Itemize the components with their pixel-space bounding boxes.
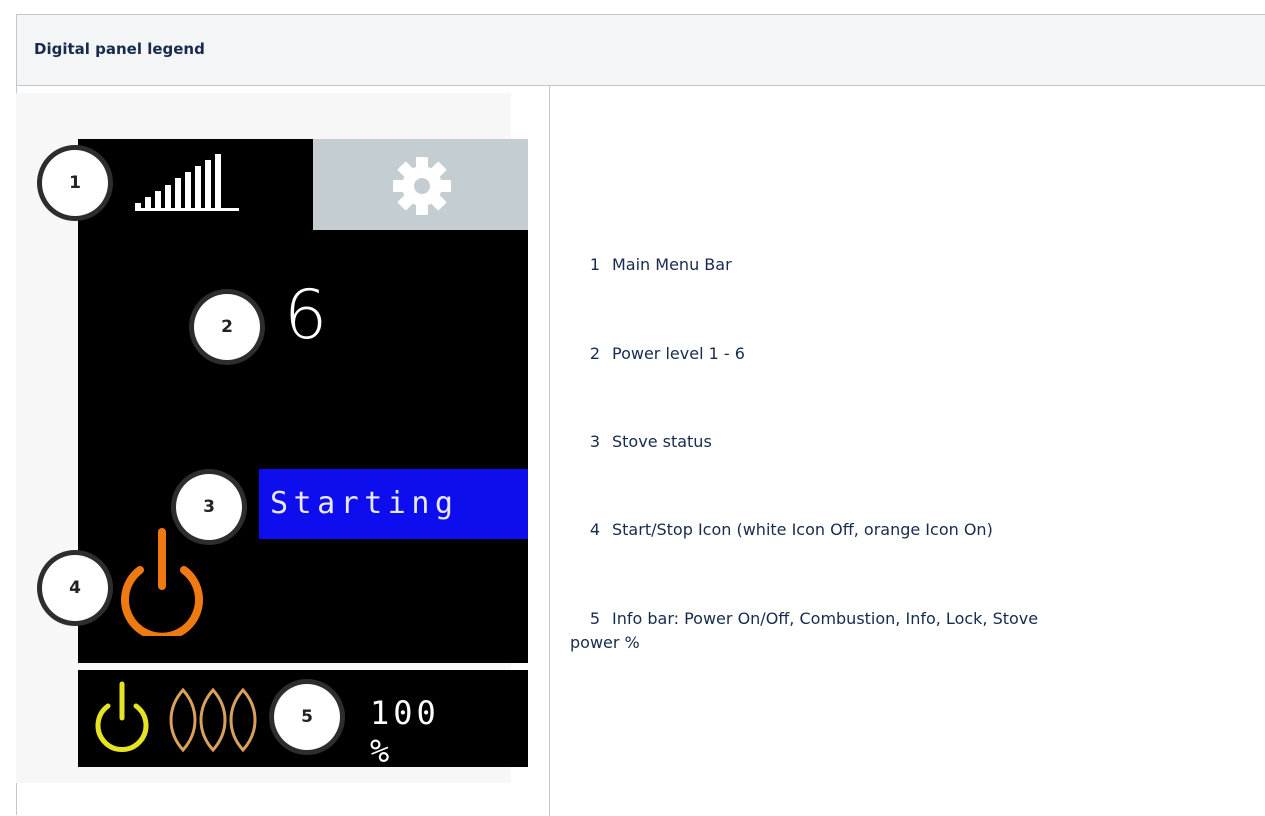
combustion-flame-icon [169, 687, 257, 753]
legend-item-5: 5 Info bar: Power On/Off, Combustion, Inf… [570, 607, 1038, 631]
badge-2: 2 [194, 294, 260, 360]
badge-3: 3 [176, 474, 242, 540]
legend-item-1: 1 Main Menu Bar [570, 253, 732, 277]
table-header: Digital panel legend [17, 15, 1265, 86]
badge-5: 5 [274, 684, 340, 750]
badge-1: 1 [42, 150, 108, 216]
table-header-title: Digital panel legend [34, 40, 205, 58]
gear-icon [393, 157, 451, 215]
legend-item-4: 4 Start/Stop Icon (white Icon Off, orange… [570, 518, 993, 542]
legend-text: Power level 1 - 6 [612, 344, 745, 363]
legend-text-continued: power % [570, 633, 640, 652]
signal-strength-icon [135, 154, 239, 211]
legend-number: 2 [589, 344, 600, 363]
power-icon[interactable] [112, 524, 212, 636]
stove-power-percent: 100 % [370, 694, 440, 770]
badge-4: 4 [42, 555, 108, 621]
column-divider [549, 86, 550, 816]
legend-number: 1 [589, 255, 600, 274]
legend-number: 5 [589, 609, 600, 628]
legend-item-5-continued: power % [570, 631, 640, 655]
power-level-value: 6 [284, 276, 328, 355]
legend-number: 4 [589, 520, 600, 539]
legend-text: Info bar: Power On/Off, Combustion, Info… [612, 609, 1039, 628]
legend-text: Stove status [612, 432, 712, 451]
legend-text: Start/Stop Icon (white Icon Off, orange … [612, 520, 993, 539]
info-power-icon [95, 681, 149, 752]
legend-item-2: 2 Power level 1 - 6 [570, 342, 745, 366]
legend-number: 3 [589, 432, 600, 451]
legend-text: Main Menu Bar [612, 255, 732, 274]
stove-status-text: Starting [270, 486, 459, 521]
legend-item-3: 3 Stove status [570, 430, 712, 454]
